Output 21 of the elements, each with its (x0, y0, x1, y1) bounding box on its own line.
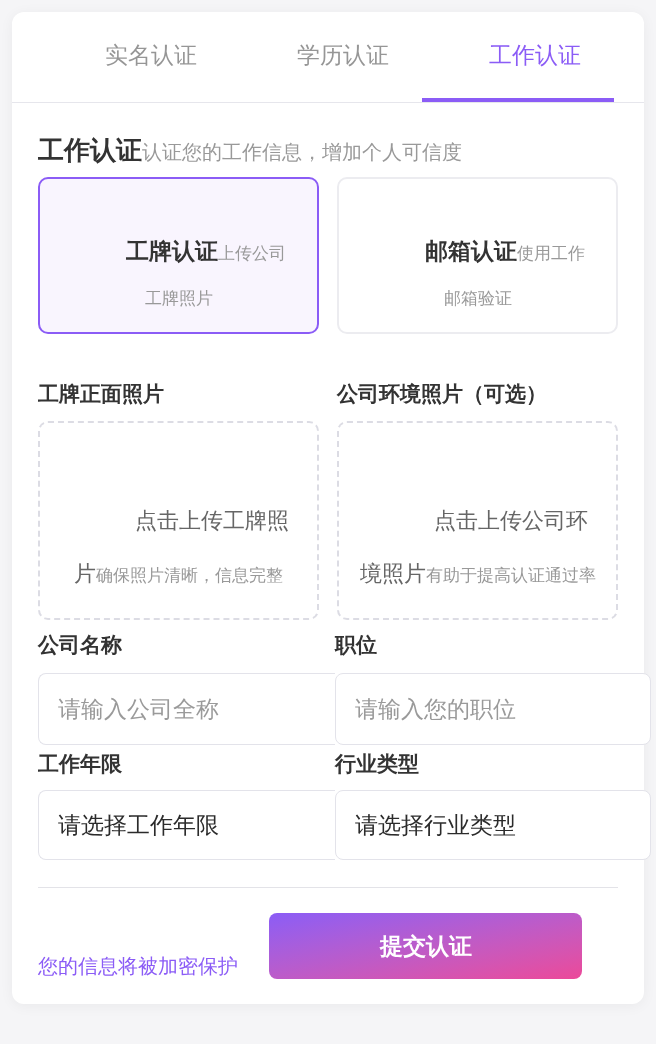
dropdown-field[interactable]: 请选择工作年限 (38, 790, 335, 860)
tab[interactable]: 学历认证 (230, 12, 422, 102)
dropdown-field[interactable]: 请选择行业类型 (335, 790, 651, 860)
field-label: 行业类型 (335, 751, 420, 777)
tab[interactable]: 工作认证 (422, 12, 614, 102)
upload-label: 公司环境照片（可选） (337, 381, 548, 407)
method-option[interactable]: 邮箱认证使用工作邮箱验证 (337, 177, 618, 334)
text-input[interactable]: 请输入您的职位 (335, 673, 651, 745)
upload-area[interactable]: 点击上传工牌照片确保照片清晰，信息完整 (38, 421, 319, 620)
field-label: 公司名称 (38, 632, 123, 658)
section-subtitle: 认证您的工作信息，增加个人可信度 (142, 141, 462, 165)
submit-button[interactable]: 提交认证 (269, 913, 582, 979)
field-label: 职位 (335, 632, 378, 658)
upload-area[interactable]: 点击上传公司环境照片有助于提高认证通过率 (337, 421, 618, 620)
method-option[interactable]: 工牌认证上传公司工牌照片 (38, 177, 319, 334)
tab[interactable]: 实名认证 (38, 12, 230, 102)
section-title: 工作认证 (38, 134, 142, 167)
upload-label: 工牌正面照片 (38, 381, 165, 407)
text-input[interactable]: 请输入公司全称 (38, 673, 335, 745)
field-label: 工作年限 (38, 751, 123, 777)
security-note: 您的信息将被加密保护 (38, 954, 238, 979)
